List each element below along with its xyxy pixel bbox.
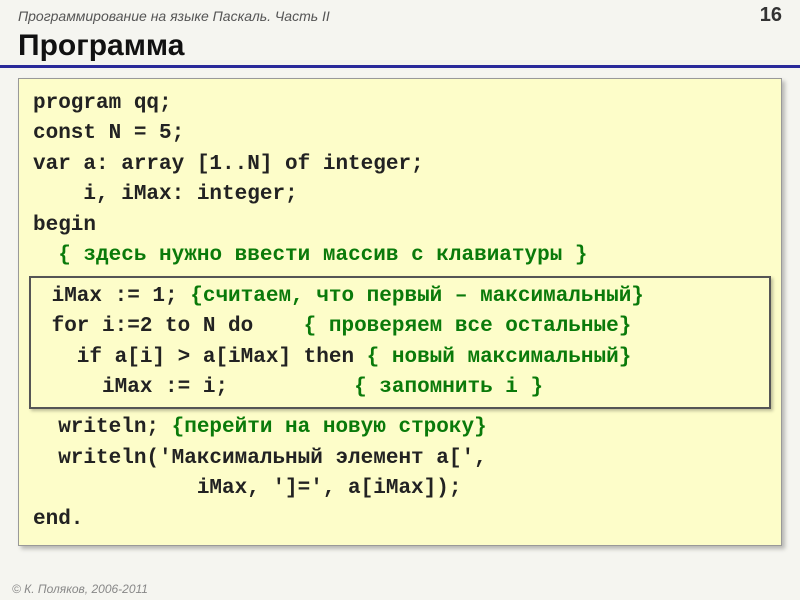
code-line: i, iMax: integer; — [33, 180, 767, 210]
code-line: var a: array [1..N] of integer; — [33, 150, 767, 180]
slide: Программирование на языке Паскаль. Часть… — [0, 0, 800, 600]
code-text: if a[i] > a[iMax] then — [39, 346, 367, 369]
code-text: for i:=2 to N do — [39, 315, 304, 338]
code-line: iMax, ']=', a[iMax]); — [33, 474, 767, 504]
code-line: iMax := 1; {считаем, что первый – максим… — [39, 282, 761, 312]
code-comment: {перейти на новую строку} — [172, 416, 487, 439]
code-comment: { новый максимальный} — [367, 346, 632, 369]
code-line: { здесь нужно ввести массив с клавиатуры… — [33, 241, 767, 271]
code-line: begin — [33, 211, 767, 241]
highlight-box: iMax := 1; {считаем, что первый – максим… — [29, 276, 771, 410]
header-bar: Программирование на языке Паскаль. Часть… — [0, 0, 800, 29]
page-number: 16 — [760, 4, 782, 27]
slide-title: Программа — [0, 29, 800, 68]
code-line: program qq; — [33, 89, 767, 119]
code-comment: { проверяем все остальные} — [304, 315, 632, 338]
code-line: const N = 5; — [33, 119, 767, 149]
code-block: program qq; const N = 5; var a: array [1… — [18, 78, 782, 546]
course-title: Программирование на языке Паскаль. Часть… — [18, 8, 330, 24]
code-comment: {считаем, что первый – максимальный} — [190, 285, 644, 308]
code-text: iMax := i; — [39, 376, 354, 399]
code-comment: { здесь нужно ввести массив с клавиатуры… — [58, 244, 587, 267]
code-line: if a[i] > a[iMax] then { новый максималь… — [39, 343, 761, 373]
code-text: writeln; — [33, 416, 172, 439]
code-line: end. — [33, 505, 767, 535]
code-indent — [33, 244, 58, 267]
code-line: writeln; {перейти на новую строку} — [33, 413, 767, 443]
copyright-footer: © К. Поляков, 2006-2011 — [12, 582, 148, 596]
code-line: for i:=2 to N do { проверяем все остальн… — [39, 312, 761, 342]
code-text: iMax := 1; — [39, 285, 190, 308]
code-line: writeln('Максимальный элемент a[', — [33, 444, 767, 474]
code-line: iMax := i; { запомнить i } — [39, 373, 761, 403]
code-comment: { запомнить i } — [354, 376, 543, 399]
